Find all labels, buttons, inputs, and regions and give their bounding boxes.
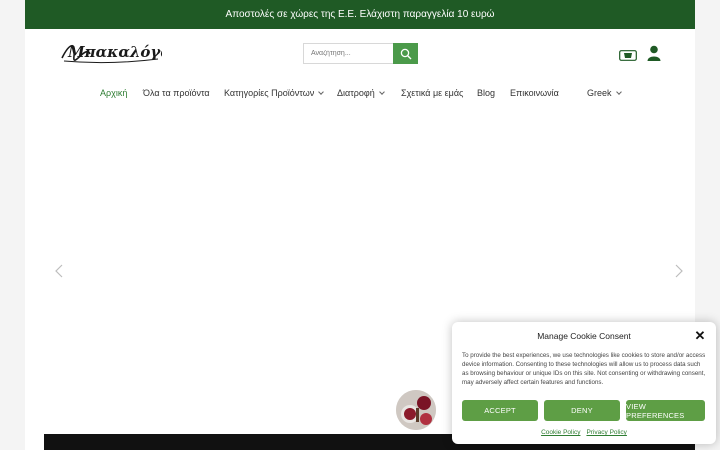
close-icon[interactable]: ✕ bbox=[694, 329, 706, 342]
search-form bbox=[303, 43, 418, 64]
deny-button[interactable]: DENY bbox=[544, 400, 620, 421]
cart-button[interactable] bbox=[619, 48, 637, 61]
nav-item-blog[interactable]: Blog bbox=[477, 84, 495, 102]
nav-item-label: Κατηγορίες Προϊόντων bbox=[224, 88, 315, 98]
nav-item-about[interactable]: Σχετικά με εμάς bbox=[401, 84, 463, 102]
cookie-dialog-title: Manage Cookie Consent bbox=[537, 331, 631, 341]
nav-item-product-categories[interactable]: Κατηγορίες Προϊόντων bbox=[224, 84, 325, 102]
user-icon bbox=[647, 45, 661, 61]
account-button[interactable] bbox=[647, 45, 661, 61]
page: Αποστολές σε χώρες της Ε.Ε. Ελάχιστη παρ… bbox=[0, 0, 720, 450]
chevron-down-icon bbox=[378, 88, 385, 95]
nav-item-label: Διατροφή bbox=[337, 88, 375, 98]
search-icon bbox=[400, 48, 411, 59]
search-input[interactable] bbox=[303, 43, 393, 64]
slider-prev-button[interactable] bbox=[55, 264, 63, 278]
product-thumbnail[interactable] bbox=[396, 390, 436, 430]
nav-item-label: Αρχική bbox=[100, 88, 128, 98]
page-margin-left bbox=[0, 0, 25, 450]
nav-item-contact[interactable]: Επικοινωνία bbox=[510, 84, 559, 102]
chevron-left-icon bbox=[55, 264, 63, 278]
slider-next-button[interactable] bbox=[675, 264, 683, 278]
cookie-dialog-text: To provide the best experiences, we use … bbox=[462, 352, 706, 386]
cookie-links: Cookie Policy Privacy Policy bbox=[452, 429, 716, 436]
nav-item-label: Όλα τα προϊόντα bbox=[143, 88, 210, 98]
nav-item-label: Σχετικά με εμάς bbox=[401, 88, 464, 98]
nav-item-home[interactable]: Αρχική bbox=[100, 84, 127, 102]
search-button[interactable] bbox=[393, 43, 418, 64]
view-preferences-button[interactable]: VIEW PREFERENCES bbox=[626, 400, 705, 421]
accept-button[interactable]: ACCEPT bbox=[462, 400, 538, 421]
privacy-policy-link[interactable]: Privacy Policy bbox=[586, 429, 626, 436]
nav-item-nutrition[interactable]: Διατροφή bbox=[337, 84, 385, 102]
site-logo[interactable]: Μπακαλόγατος bbox=[60, 38, 202, 64]
language-switcher[interactable]: Greek bbox=[587, 84, 622, 102]
logo-text: Μπακαλόγατος bbox=[67, 43, 162, 61]
chevron-down-icon bbox=[615, 88, 622, 95]
basket-icon bbox=[619, 50, 637, 61]
cookie-policy-link[interactable]: Cookie Policy bbox=[541, 429, 580, 436]
nav-item-label: Blog bbox=[477, 88, 496, 98]
cookie-consent-dialog: Manage Cookie Consent ✕ To provide the b… bbox=[452, 322, 716, 444]
main-navigation: Αρχική Όλα τα προϊόντα Κατηγορίες Προϊόν… bbox=[25, 84, 695, 102]
language-label: Greek bbox=[587, 88, 612, 98]
chevron-down-icon bbox=[318, 88, 325, 95]
site-header: Μπακαλόγατος bbox=[25, 29, 695, 79]
nav-item-label: Επικοινωνία bbox=[510, 88, 559, 98]
chevron-right-icon bbox=[675, 264, 683, 278]
nav-item-all-products[interactable]: Όλα τα προϊόντα bbox=[143, 84, 210, 102]
shipping-announcement-bar: Αποστολές σε χώρες της Ε.Ε. Ελάχιστη παρ… bbox=[25, 0, 695, 29]
announcement-text: Αποστολές σε χώρες της Ε.Ε. Ελάχιστη παρ… bbox=[225, 9, 495, 20]
